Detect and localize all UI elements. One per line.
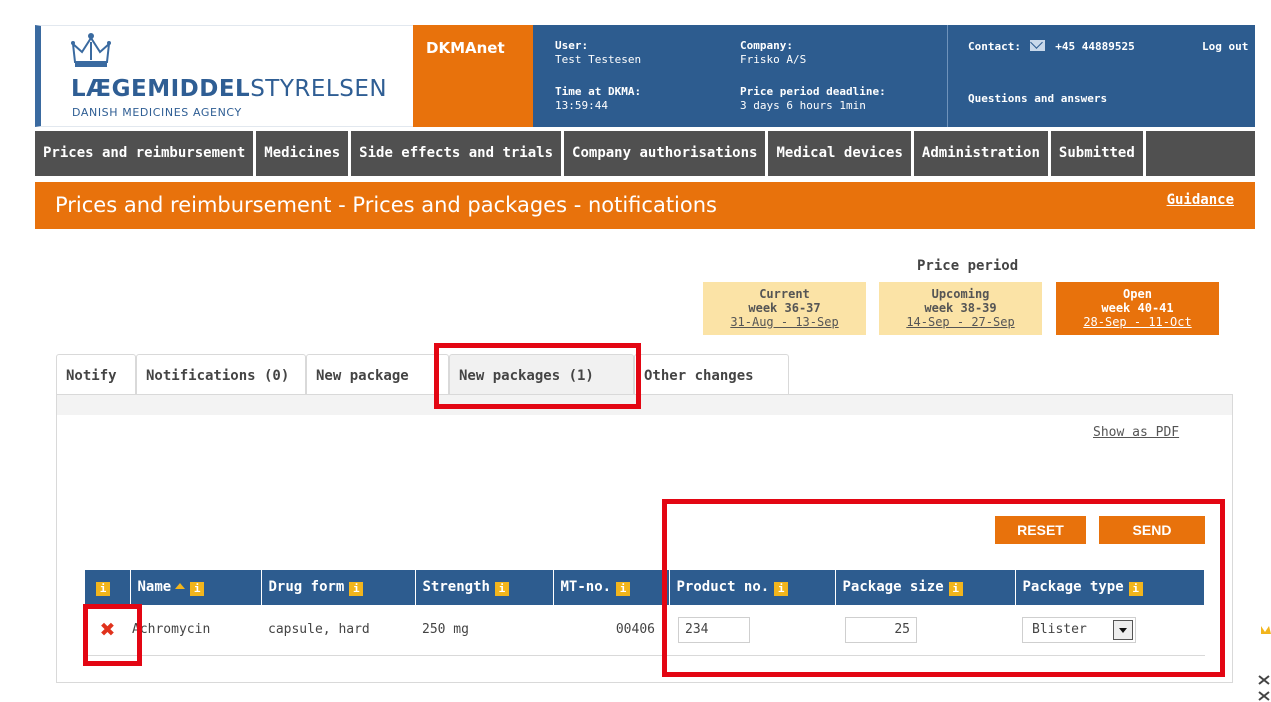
highlight-edit-area [662, 499, 1225, 677]
name-column-header[interactable]: Name i [130, 570, 262, 605]
period-week: week 36-37 [748, 301, 821, 315]
nav-medicines[interactable]: Medicines [256, 131, 352, 176]
period-label: Open [1123, 287, 1152, 301]
time-label: Time at DKMA: [555, 85, 642, 98]
deadline-label: Price period deadline: [740, 85, 886, 98]
price-period-open[interactable]: Open week 40-41 28-Sep - 11-Oct [1056, 282, 1219, 335]
info-icon[interactable]: i [494, 582, 509, 596]
nav-submitted[interactable]: Submitted [1051, 131, 1146, 176]
tab-notify[interactable]: Notify [56, 354, 136, 395]
nav-medical-devices[interactable]: Medical devices [768, 131, 914, 176]
contact-line: Contact: +45 44889525 [968, 40, 1135, 54]
user-label: User: [555, 39, 589, 52]
contact-phone: +45 44889525 [1055, 40, 1135, 53]
name-cell: Achromycin [130, 605, 261, 656]
price-period-current[interactable]: Current week 36-37 31-Aug - 13-Sep [703, 282, 866, 335]
period-week: week 40-41 [1101, 301, 1174, 315]
price-period-title: Price period [917, 258, 1019, 274]
agency-name: LÆGEMIDDELSTYRELSEN [71, 76, 388, 102]
header-label: Strength [422, 579, 490, 595]
session-info: User: Test Testesen Company: Frisko A/S … [533, 25, 948, 127]
info-icon[interactable]: i [96, 582, 110, 596]
period-dates[interactable]: 14-Sep - 27-Sep [879, 315, 1042, 329]
company-link[interactable]: Frisko A/S [740, 53, 806, 66]
company-info: Company: Frisko A/S [740, 39, 806, 67]
strength-column-header[interactable]: Strength i [415, 570, 554, 605]
crown-icon [71, 33, 111, 67]
contact-label: Contact: [968, 40, 1021, 53]
price-period-upcoming[interactable]: Upcoming week 38-39 14-Sep - 27-Sep [879, 282, 1042, 335]
tab-new-package[interactable]: New package [306, 354, 449, 395]
highlight-new-packages-tab [434, 343, 641, 409]
app-name: DKMAnet [413, 25, 533, 127]
mt-no-cell: 00406 [553, 605, 669, 656]
deadline-info: Price period deadline: 3 days 6 hours 1m… [740, 85, 886, 113]
contact-info: Contact: +45 44889525 Log out Questions … [948, 25, 1255, 127]
tab-notifications[interactable]: Notifications (0) [136, 354, 306, 395]
drug-form-column-header[interactable]: Drug form i [261, 570, 416, 605]
agency-logo[interactable]: LÆGEMIDDELSTYRELSEN DANISH MEDICINES AGE… [35, 25, 413, 127]
info-icon[interactable]: i [616, 582, 631, 596]
main-nav: Prices and reimbursement Medicines Side … [35, 131, 1255, 176]
period-label: Upcoming [931, 287, 990, 301]
drug-form-cell: capsule, hard [261, 605, 415, 656]
period-dates[interactable]: 31-Aug - 13-Sep [703, 315, 866, 329]
header-label: MT-no. [560, 579, 612, 595]
nav-prices-reimbursement[interactable]: Prices and reimbursement [35, 131, 257, 176]
time-value: 13:59:44 [555, 99, 608, 112]
sort-ascending-icon [175, 583, 186, 589]
company-label: Company: [740, 39, 793, 52]
user-info: User: Test Testesen [555, 39, 641, 67]
page-title: Prices and reimbursement - Prices and pa… [55, 193, 717, 217]
highlight-delete-icon [83, 604, 142, 666]
tab-other-changes[interactable]: Other changes [634, 354, 789, 395]
header-label: Drug form [268, 579, 345, 595]
crown-icon [1258, 626, 1271, 701]
header: LÆGEMIDDELSTYRELSEN DANISH MEDICINES AGE… [35, 25, 1255, 127]
agency-subtitle: DANISH MEDICINES AGENCY [72, 106, 242, 119]
questions-link[interactable]: Questions and answers [968, 92, 1107, 106]
nav-company-authorisations[interactable]: Company authorisations [564, 131, 769, 176]
deadline-value: 3 days 6 hours 1min [740, 99, 866, 112]
header-label: Name [137, 579, 172, 595]
info-icon[interactable]: i [349, 582, 364, 596]
content-header-strip [57, 395, 1232, 415]
logout-link[interactable]: Log out [1202, 40, 1248, 54]
nav-side-effects-trials[interactable]: Side effects and trials [351, 131, 565, 176]
nav-administration[interactable]: Administration [914, 131, 1051, 176]
period-dates[interactable]: 28-Sep - 11-Oct [1056, 315, 1219, 329]
info-icon[interactable]: i [190, 582, 205, 596]
show-as-pdf-link[interactable]: Show as PDF [1093, 425, 1179, 440]
strength-cell: 250 mg [415, 605, 553, 656]
mail-icon[interactable] [1029, 40, 1045, 51]
guidance-link[interactable]: Guidance [1167, 192, 1234, 208]
title-bar: Prices and reimbursement - Prices and pa… [35, 182, 1255, 229]
period-week: week 38-39 [924, 301, 997, 315]
user-value: Test Testesen [555, 53, 642, 66]
info-column-header: i [85, 570, 131, 605]
mt-no-column-header[interactable]: MT-no. i [553, 570, 670, 605]
period-label: Current [759, 287, 810, 301]
time-info: Time at DKMA: 13:59:44 [555, 85, 641, 113]
